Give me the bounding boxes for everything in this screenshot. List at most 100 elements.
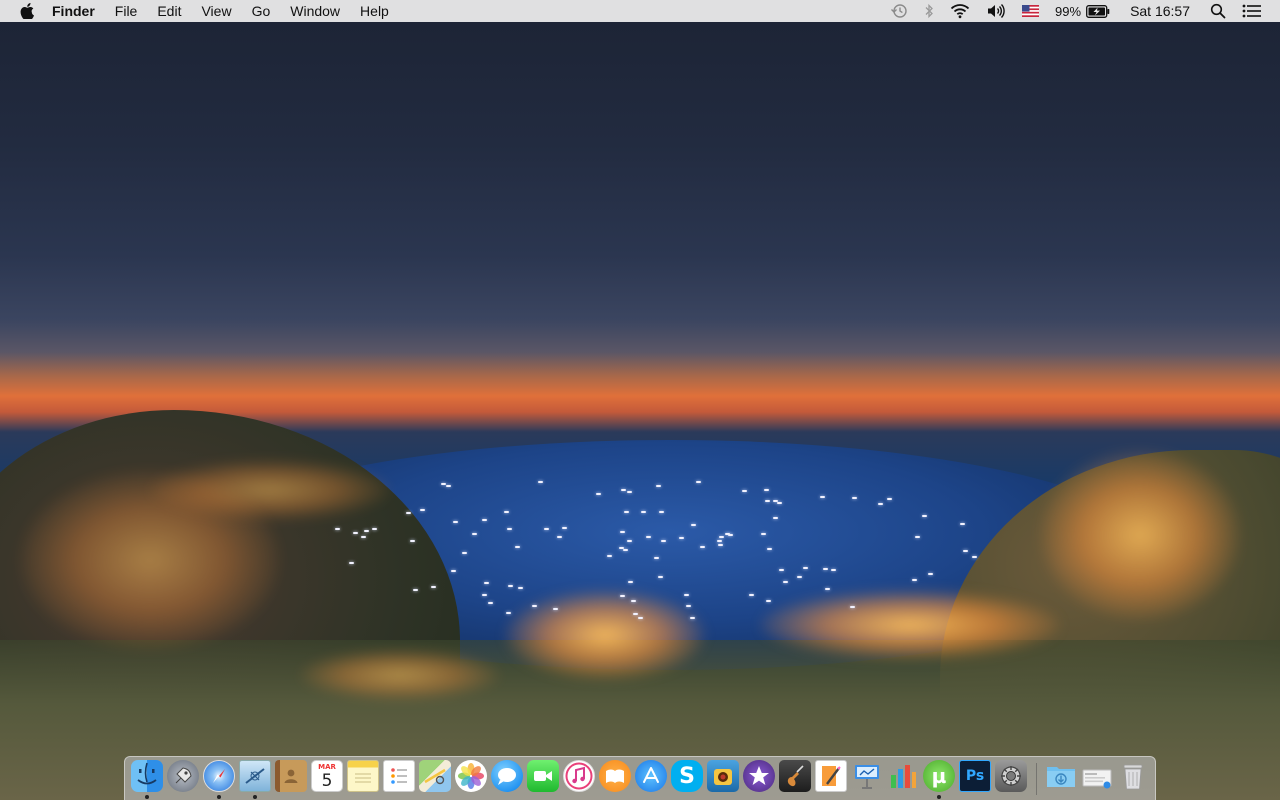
reminders-icon[interactable] bbox=[383, 760, 415, 792]
menu-view[interactable]: View bbox=[191, 0, 241, 22]
wallpaper-boat bbox=[506, 611, 512, 614]
wallpaper-boat bbox=[543, 528, 549, 531]
wallpaper-boat bbox=[741, 490, 747, 493]
wallpaper-boat bbox=[914, 536, 920, 539]
wallpaper-boat bbox=[361, 535, 367, 538]
wallpaper-boat bbox=[749, 594, 755, 597]
photoshop-icon[interactable]: Ps bbox=[959, 760, 991, 792]
wallpaper-boat bbox=[412, 589, 418, 592]
menu-bar: Finder File Edit View Go Window Help 99%… bbox=[0, 0, 1280, 22]
photo-booth-icon[interactable] bbox=[707, 760, 739, 792]
wallpaper-boat bbox=[504, 511, 510, 514]
safari-icon[interactable] bbox=[203, 760, 235, 792]
dock-separator bbox=[1036, 763, 1037, 795]
wallpaper-city-lights bbox=[505, 590, 705, 680]
battery-charging-icon[interactable] bbox=[1084, 0, 1118, 22]
wallpaper-boat bbox=[877, 502, 883, 505]
ibooks-icon[interactable] bbox=[599, 760, 631, 792]
menu-app-name[interactable]: Finder bbox=[42, 0, 105, 22]
wallpaper-boat bbox=[562, 527, 568, 529]
wallpaper-boat bbox=[653, 556, 659, 559]
wallpaper-boat bbox=[796, 575, 802, 578]
volume-icon[interactable] bbox=[978, 0, 1014, 22]
wallpaper-boat bbox=[606, 555, 612, 558]
notification-center-icon[interactable] bbox=[1234, 0, 1270, 22]
dock: MAR 5 S µ Ps bbox=[124, 756, 1156, 800]
app-store-icon[interactable] bbox=[635, 760, 667, 792]
wallpaper-boat bbox=[912, 579, 918, 582]
wallpaper-boat bbox=[851, 497, 857, 500]
wallpaper-boat bbox=[765, 599, 771, 602]
wallpaper-boat bbox=[483, 581, 489, 584]
launchpad-icon[interactable] bbox=[167, 760, 199, 792]
wallpaper-city-lights bbox=[150, 460, 390, 520]
calendar-icon[interactable]: MAR 5 bbox=[311, 760, 343, 792]
documents-stack-icon[interactable] bbox=[1081, 760, 1113, 792]
clock[interactable]: Sat 16:57 bbox=[1118, 0, 1202, 22]
itunes-icon[interactable] bbox=[563, 760, 595, 792]
menu-file[interactable]: File bbox=[105, 0, 148, 22]
wallpaper-boat bbox=[640, 511, 646, 514]
desktop-wallpaper: Finder File Edit View Go Window Help 99%… bbox=[0, 0, 1280, 800]
spotlight-search-icon[interactable] bbox=[1202, 0, 1234, 22]
wallpaper-boat bbox=[760, 532, 766, 535]
wallpaper-boat bbox=[763, 488, 769, 491]
wallpaper-boat bbox=[364, 529, 370, 532]
wifi-icon[interactable] bbox=[942, 0, 978, 22]
wallpaper-boat bbox=[782, 581, 788, 584]
facetime-icon[interactable] bbox=[527, 760, 559, 792]
wallpaper-boat bbox=[764, 499, 770, 502]
wallpaper-boat bbox=[823, 567, 829, 570]
wallpaper-boat bbox=[622, 548, 628, 551]
time-machine-icon[interactable] bbox=[882, 0, 916, 22]
wallpaper-boat bbox=[537, 481, 543, 484]
messages-icon[interactable] bbox=[491, 760, 523, 792]
downloads-folder-icon[interactable] bbox=[1045, 760, 1077, 792]
wallpaper-boat bbox=[716, 539, 722, 542]
bluetooth-icon[interactable] bbox=[916, 0, 942, 22]
wallpaper-boat bbox=[963, 550, 969, 553]
skype-icon[interactable]: S bbox=[671, 760, 703, 792]
wallpaper-boat bbox=[624, 510, 630, 513]
menu-help[interactable]: Help bbox=[350, 0, 399, 22]
imovie-icon[interactable] bbox=[743, 760, 775, 792]
wallpaper-boat bbox=[638, 616, 644, 619]
keynote-icon[interactable] bbox=[851, 760, 883, 792]
maps-icon[interactable] bbox=[419, 760, 451, 792]
menu-go[interactable]: Go bbox=[242, 0, 281, 22]
running-indicator bbox=[937, 795, 941, 799]
utorrent-icon[interactable]: µ bbox=[923, 760, 955, 792]
wallpaper-boat bbox=[779, 568, 785, 571]
us-flag-input-icon[interactable] bbox=[1014, 0, 1047, 22]
numbers-icon[interactable] bbox=[887, 760, 919, 792]
apple-menu-icon[interactable] bbox=[18, 0, 36, 22]
wallpaper-boat bbox=[452, 520, 458, 523]
pages-icon[interactable] bbox=[815, 760, 847, 792]
wallpaper-boat bbox=[686, 604, 692, 607]
finder-icon[interactable] bbox=[131, 760, 163, 792]
photos-icon[interactable] bbox=[455, 760, 487, 792]
wallpaper-boat bbox=[645, 536, 651, 539]
notes-icon[interactable] bbox=[347, 760, 379, 792]
wallpaper-boat bbox=[627, 539, 633, 542]
menu-window[interactable]: Window bbox=[280, 0, 350, 22]
wallpaper-boat bbox=[446, 485, 452, 487]
contacts-icon[interactable] bbox=[275, 760, 307, 792]
calendar-day: 5 bbox=[321, 771, 333, 791]
garageband-icon[interactable] bbox=[779, 760, 811, 792]
mail-icon[interactable] bbox=[239, 760, 271, 792]
menu-edit[interactable]: Edit bbox=[147, 0, 191, 22]
wallpaper-boat bbox=[372, 527, 378, 530]
battery-percent[interactable]: 99% bbox=[1047, 0, 1084, 22]
wallpaper-boat bbox=[928, 572, 934, 575]
wallpaper-boat bbox=[776, 501, 782, 504]
wallpaper-boat bbox=[825, 587, 831, 590]
wallpaper-boat bbox=[691, 524, 697, 527]
system-preferences-icon[interactable] bbox=[995, 760, 1027, 792]
wallpaper-boat bbox=[921, 515, 927, 518]
running-indicator bbox=[145, 795, 149, 799]
running-indicator bbox=[217, 795, 221, 799]
wallpaper-boat bbox=[620, 488, 626, 491]
wallpaper-boat bbox=[972, 555, 977, 558]
trash-icon[interactable] bbox=[1117, 760, 1149, 792]
